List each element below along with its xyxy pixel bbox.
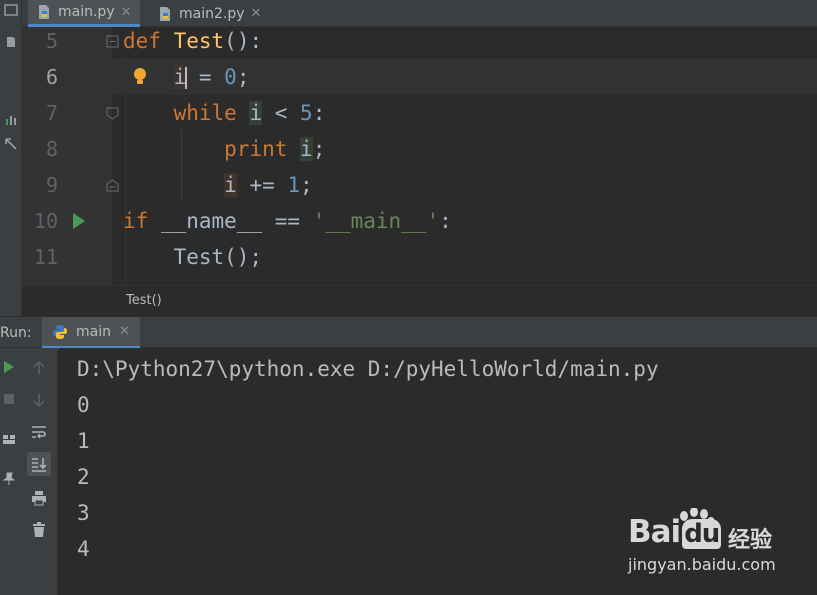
console-line: 4 — [77, 537, 90, 561]
layout-icon[interactable] — [0, 430, 18, 448]
fold-icon[interactable] — [106, 35, 119, 48]
line-number: 9 — [45, 173, 58, 197]
soft-wrap-icon[interactable] — [27, 420, 51, 444]
watermark-url: jingyan.baidu.com — [628, 555, 776, 574]
code-line[interactable]: 11 Test(); — [22, 239, 817, 275]
console-line: 2 — [77, 465, 90, 489]
code-text: i += 1; — [224, 173, 313, 197]
code-line[interactable]: 5 def Test(): — [22, 27, 817, 59]
python-file-icon — [36, 4, 52, 20]
run-side-toolbar — [0, 348, 20, 595]
print-icon[interactable] — [27, 486, 51, 510]
python-icon — [52, 324, 68, 340]
code-line[interactable]: 8 print i; — [22, 131, 817, 167]
code-text: Test(); — [123, 245, 263, 269]
code-line[interactable]: 10 if __name__ == '__main__': — [22, 203, 817, 239]
line-number: 7 — [45, 101, 58, 125]
console-line: 0 — [77, 393, 90, 417]
run-panel-header: Run: main ✕ — [0, 316, 817, 349]
line-number: 6 — [45, 65, 58, 89]
editor-tab-bar: main.py ✕ main2.py ✕ — [22, 0, 817, 27]
run-tab-main[interactable]: main ✕ — [42, 317, 140, 349]
run-arrow-icon[interactable] — [73, 213, 85, 229]
baidu-jingyan-watermark: Bai du 经验 jingyan.baidu.com — [628, 508, 778, 578]
python-file-icon — [157, 6, 173, 22]
code-editor[interactable]: 5 def Test(): 6 i = 0; 7 while i < 5: 8 … — [22, 27, 817, 285]
code-text: def Test(): — [123, 29, 263, 53]
console-line: 1 — [77, 429, 90, 453]
line-number: 5 — [45, 29, 58, 53]
scroll-to-end-icon[interactable] — [27, 452, 51, 476]
close-icon[interactable]: ✕ — [119, 324, 130, 339]
trash-icon[interactable] — [27, 518, 51, 542]
watermark-cn: 经验 — [728, 528, 773, 553]
pin-icon[interactable] — [0, 470, 18, 488]
code-text: while i < 5: — [173, 101, 326, 125]
console-toolbar — [20, 348, 58, 595]
breadcrumb-item[interactable]: Test() — [126, 293, 162, 308]
run-tab-label: main — [76, 323, 111, 340]
close-icon[interactable]: ✕ — [121, 5, 132, 20]
tab-main-py[interactable]: main.py ✕ — [28, 0, 140, 27]
line-number: 11 — [33, 245, 58, 269]
line-number: 10 — [33, 209, 58, 233]
down-arrow-icon[interactable] — [27, 388, 51, 412]
file-icon[interactable] — [4, 36, 18, 50]
watermark-brand: Bai du — [628, 514, 722, 550]
tab-label: main.py — [58, 4, 115, 20]
close-icon[interactable]: ✕ — [251, 6, 262, 21]
fold-icon[interactable] — [106, 179, 119, 192]
console-line: 3 — [77, 501, 90, 525]
run-label: Run: — [0, 325, 32, 341]
tab-main2-py[interactable]: main2.py ✕ — [149, 0, 269, 27]
project-view-icon[interactable] — [4, 4, 18, 18]
up-arrow-icon[interactable] — [27, 356, 51, 380]
structure-icon[interactable] — [4, 114, 18, 128]
rerun-icon[interactable] — [0, 358, 18, 376]
code-text: i = 0; — [173, 65, 250, 89]
tool-window-icon[interactable] — [4, 138, 18, 152]
code-text: if __name__ == '__main__': — [123, 209, 452, 233]
code-text: print i; — [224, 137, 326, 161]
console-line: D:\Python27\python.exe D:/pyHelloWorld/m… — [77, 357, 659, 381]
left-tool-strip — [0, 0, 22, 316]
fold-icon[interactable] — [106, 107, 119, 120]
line-number: 8 — [45, 137, 58, 161]
code-line[interactable]: 7 while i < 5: — [22, 95, 817, 131]
code-line-current[interactable]: 6 i = 0; — [22, 59, 817, 95]
breadcrumb[interactable]: Test() — [22, 285, 817, 316]
stop-icon[interactable] — [0, 390, 18, 408]
code-line[interactable]: 9 i += 1; — [22, 167, 817, 203]
tab-label: main2.py — [179, 5, 245, 22]
